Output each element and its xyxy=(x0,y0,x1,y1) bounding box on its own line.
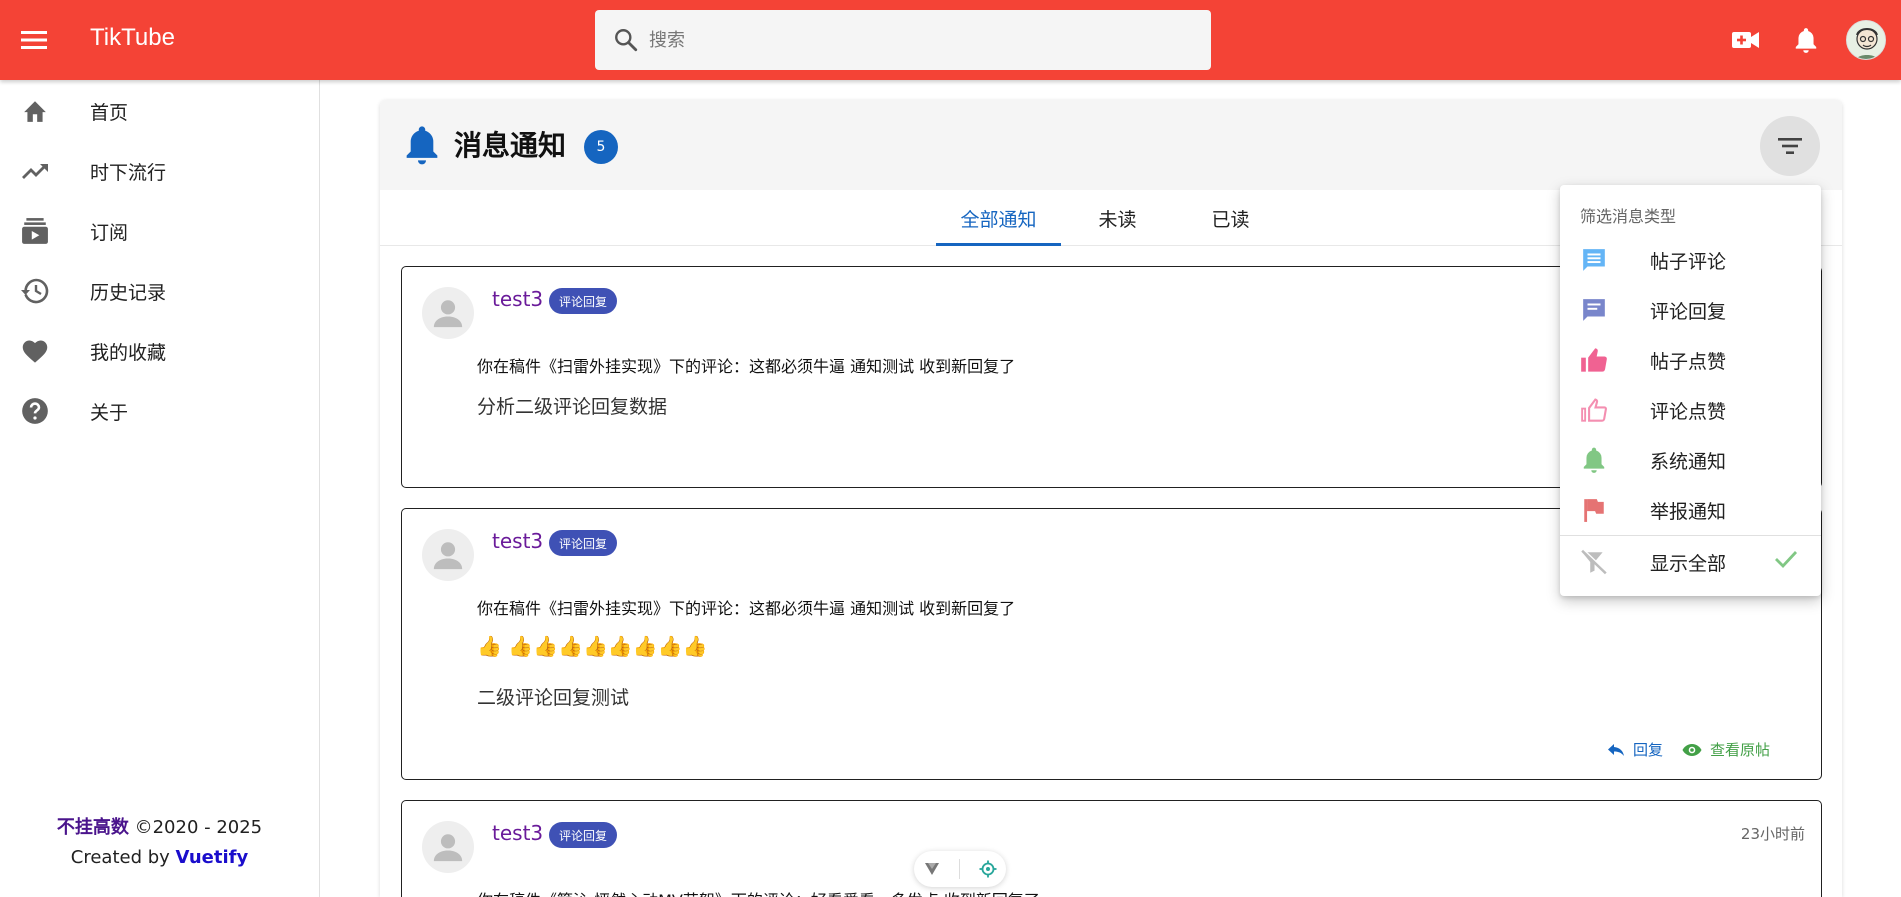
tab-unread[interactable]: 未读 xyxy=(1061,190,1174,246)
notification-context: 你在稿件《簡沁 怦然心动MV花絮》下的评论：好看爱看，多发点 收到新回复了 xyxy=(477,887,1040,897)
sidebar-item-history[interactable]: 历史记录 xyxy=(0,260,319,320)
avatar[interactable] xyxy=(422,529,474,581)
eye-icon xyxy=(1682,743,1702,756)
filter-icon xyxy=(1778,138,1802,154)
thumb-up-outline-icon xyxy=(1580,396,1608,424)
filter-button[interactable] xyxy=(1760,116,1820,176)
timestamp: 23小时前 xyxy=(1740,825,1805,843)
reply-icon xyxy=(1608,743,1624,756)
reply-label: 回复 xyxy=(1633,741,1664,759)
tab-indicator xyxy=(936,243,1061,246)
emoji-line: 👍 👍👍👍👍👍👍👍👍 xyxy=(477,634,708,658)
trending-up-icon xyxy=(21,157,49,185)
filter-item-comment-like[interactable]: 评论点赞 xyxy=(1560,384,1821,434)
footer-brand[interactable]: 不挂高数 xyxy=(57,817,129,838)
bell-icon[interactable] xyxy=(1790,24,1822,56)
flag-icon xyxy=(1580,496,1608,524)
username[interactable]: test3 xyxy=(492,287,543,311)
sidebar-item-label: 我的收藏 xyxy=(90,342,167,364)
sidebar-item-home[interactable]: 首页 xyxy=(0,80,319,140)
avatar[interactable] xyxy=(1846,20,1886,60)
filter-item-label: 显示全部 xyxy=(1650,553,1727,575)
sidebar-footer: 不挂高数 ©2020 - 2025 Created by Vuetify xyxy=(0,813,319,873)
history-icon xyxy=(21,277,49,305)
comment-icon xyxy=(1580,246,1608,274)
notification-item[interactable]: test3 评论回复 23小时前 你在稿件《簡沁 怦然心动MV花絮》下的评论：好… xyxy=(401,800,1822,897)
filter-item-show-all[interactable]: 显示全部 xyxy=(1560,536,1821,586)
search-bar[interactable] xyxy=(595,10,1211,70)
tab-all[interactable]: 全部通知 xyxy=(936,190,1061,246)
filter-item-label: 评论回复 xyxy=(1650,301,1727,323)
username[interactable]: test3 xyxy=(492,821,543,845)
sidebar: 首页 时下流行 订阅 历史记录 我的收藏 关于 不挂高数 ©2020 - 202… xyxy=(0,80,320,897)
heart-icon xyxy=(21,337,49,365)
type-badge: 评论回复 xyxy=(549,822,618,848)
filter-item-post-like[interactable]: 帖子点赞 xyxy=(1560,334,1821,384)
sidebar-item-subscriptions[interactable]: 订阅 xyxy=(0,200,319,260)
type-badge: 评论回复 xyxy=(549,530,618,556)
floating-toolbar xyxy=(914,851,1006,887)
bell-icon xyxy=(406,126,438,165)
filter-item-label: 评论点赞 xyxy=(1650,401,1727,423)
notification-message: 二级评论回复测试 xyxy=(477,687,630,709)
comment-text-icon xyxy=(1580,296,1608,324)
sidebar-item-trending[interactable]: 时下流行 xyxy=(0,140,319,200)
help-circle-icon xyxy=(21,397,49,425)
unread-count-badge: 5 xyxy=(584,130,618,164)
footer-framework-link[interactable]: Vuetify xyxy=(176,847,249,868)
home-icon xyxy=(21,97,49,125)
sidebar-item-label: 时下流行 xyxy=(90,162,167,184)
menu-icon[interactable] xyxy=(18,24,50,56)
footer-created-by: Created by xyxy=(70,847,176,868)
notification-message: 分析二级评论回复数据 xyxy=(477,396,668,418)
filter-item-comment-reply[interactable]: 评论回复 xyxy=(1560,284,1821,334)
page-title: 消息通知 xyxy=(454,129,567,162)
view-post-label: 查看原帖 xyxy=(1710,741,1771,759)
subscriptions-icon xyxy=(21,217,49,245)
chevron-down-icon[interactable] xyxy=(924,862,940,876)
notifications-header: 消息通知 5 xyxy=(380,100,1842,190)
avatar[interactable] xyxy=(422,287,474,339)
filter-item-label: 帖子评论 xyxy=(1650,251,1727,273)
filter-item-label: 系统通知 xyxy=(1650,451,1727,473)
sidebar-item-label: 订阅 xyxy=(90,222,129,244)
search-icon xyxy=(615,29,638,52)
filter-item-report[interactable]: 举报通知 xyxy=(1560,484,1821,534)
filter-item-label: 帖子点赞 xyxy=(1650,351,1727,373)
divider xyxy=(958,859,960,879)
locate-icon[interactable] xyxy=(979,860,997,878)
app-title[interactable]: TikTube xyxy=(90,24,175,52)
sidebar-item-label: 历史记录 xyxy=(90,282,167,304)
filter-item-label: 举报通知 xyxy=(1650,501,1727,523)
video-add-icon[interactable] xyxy=(1730,24,1762,56)
search-input[interactable] xyxy=(649,29,1189,51)
reply-button[interactable]: 回复 xyxy=(1607,739,1663,760)
filter-menu-header: 筛选消息类型 xyxy=(1580,207,1677,226)
filter-item-post-comment[interactable]: 帖子评论 xyxy=(1560,234,1821,284)
filter-item-system[interactable]: 系统通知 xyxy=(1560,434,1821,484)
view-post-button[interactable]: 查看原帖 xyxy=(1682,739,1770,760)
footer-copyright: ©2020 - 2025 xyxy=(128,817,263,838)
avatar[interactable] xyxy=(422,821,474,873)
sidebar-item-label: 首页 xyxy=(90,102,129,124)
sidebar-item-favorites[interactable]: 我的收藏 xyxy=(0,320,319,380)
tab-read[interactable]: 已读 xyxy=(1174,190,1287,246)
filter-menu: 筛选消息类型 帖子评论 评论回复 帖子点赞 评论点赞 系统通知 举报通知 显示全… xyxy=(1560,185,1821,596)
check-icon xyxy=(1775,551,1798,569)
sidebar-item-label: 关于 xyxy=(90,402,129,424)
sidebar-item-about[interactable]: 关于 xyxy=(0,380,319,440)
notification-context: 你在稿件《扫雷外挂实现》下的评论：这都必须牛逼 通知测试 收到新回复了 xyxy=(477,357,1016,376)
username[interactable]: test3 xyxy=(492,529,543,553)
type-badge: 评论回复 xyxy=(549,288,618,314)
bell-icon xyxy=(1580,446,1608,474)
app-bar: TikTube xyxy=(0,0,1901,80)
notification-context: 你在稿件《扫雷外挂实现》下的评论：这都必须牛逼 通知测试 收到新回复了 xyxy=(477,599,1016,618)
filter-remove-icon xyxy=(1580,548,1608,576)
thumb-up-icon xyxy=(1580,346,1608,374)
